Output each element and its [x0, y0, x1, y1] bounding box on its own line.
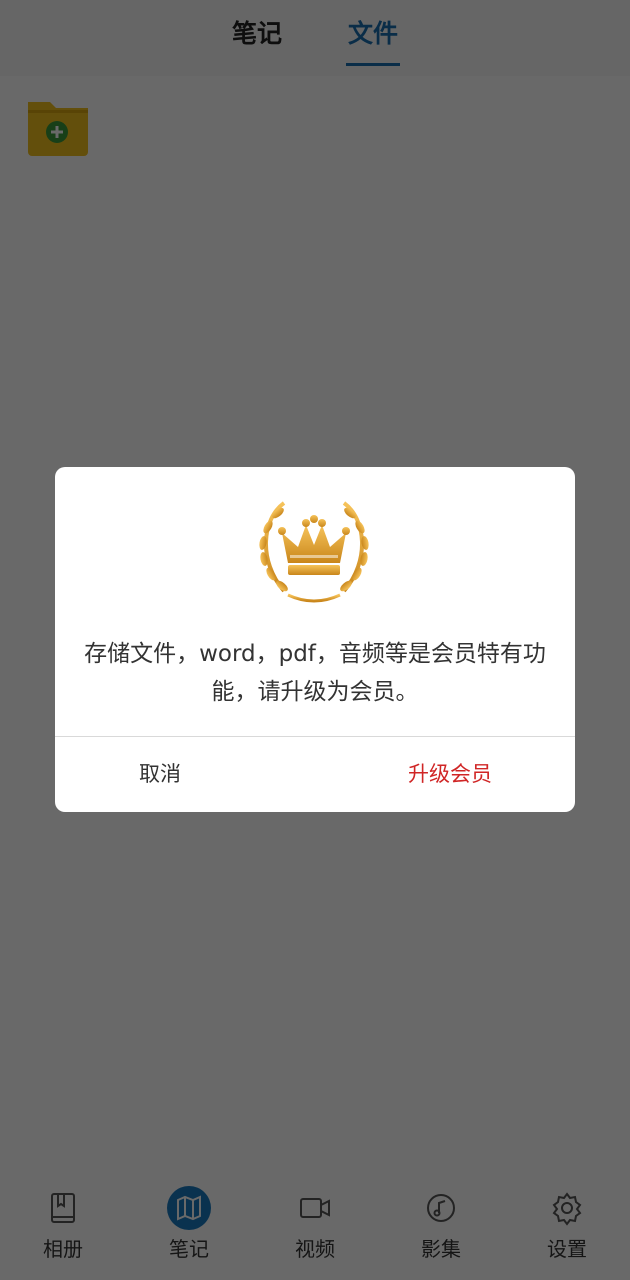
dialog-message: 存储文件，word，pdf，音频等是会员特有功能，请升级为会员。	[84, 641, 546, 705]
upgrade-membership-button[interactable]: 升级会员	[345, 737, 555, 812]
crown-laurel-icon	[259, 501, 369, 603]
cancel-button[interactable]: 取消	[55, 737, 265, 812]
membership-dialog: 存储文件，word，pdf，音频等是会员特有功能，请升级为会员。 取消 升级会员	[55, 467, 575, 812]
